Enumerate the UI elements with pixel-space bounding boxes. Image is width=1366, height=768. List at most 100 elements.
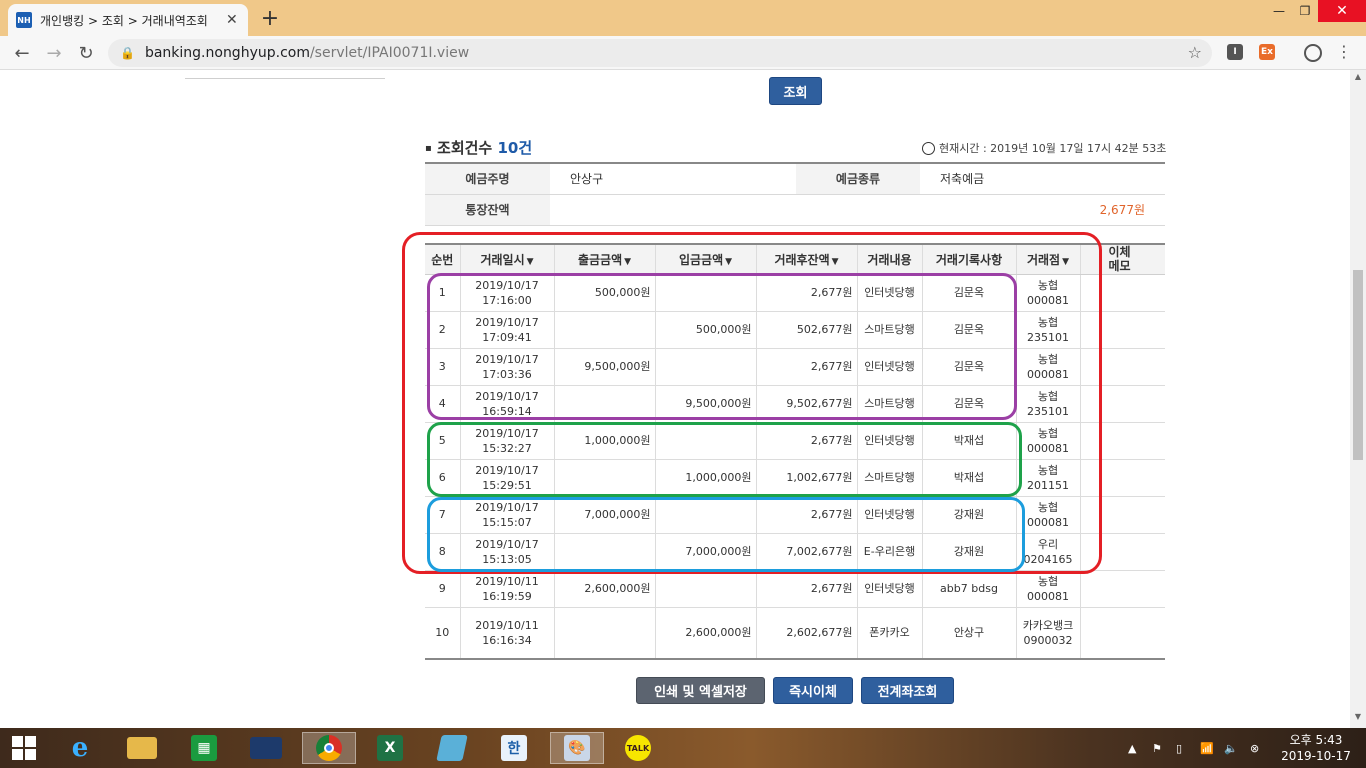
row-time: 17:09:41 bbox=[482, 330, 532, 344]
tray-chevron-icon[interactable]: ▲ bbox=[1128, 728, 1136, 768]
table-row: 4 2019/10/17 16:59:14 9,500,000원 9,502,677원 스… bbox=[425, 385, 1165, 423]
row-datetime: 2019/10/17 15:15:07 bbox=[460, 496, 555, 534]
kakaotalk-icon[interactable]: TALK bbox=[614, 732, 662, 764]
row-no: 4 bbox=[425, 385, 461, 423]
instant-transfer-button[interactable]: 즉시이체 bbox=[773, 677, 853, 704]
col-balance-label: 거래후잔액 bbox=[774, 252, 830, 267]
new-tab-button[interactable]: + bbox=[258, 4, 282, 32]
row-balance: 2,677원 bbox=[756, 422, 858, 460]
back-arrow-icon[interactable]: ← bbox=[10, 41, 34, 65]
row-balance: 7,002,677원 bbox=[756, 533, 858, 571]
row-date: 2019/10/17 bbox=[475, 537, 539, 551]
start-button[interactable] bbox=[0, 732, 48, 764]
chrome-icon[interactable] bbox=[302, 732, 356, 764]
paint-icon[interactable]: 🎨 bbox=[550, 732, 604, 764]
row-date: 2019/10/17 bbox=[475, 352, 539, 366]
search-button[interactable]: 조회 bbox=[769, 77, 822, 105]
row-branch: 농협 000081 bbox=[1016, 570, 1081, 608]
row-branch: 농협 235101 bbox=[1016, 385, 1081, 423]
row-no: 3 bbox=[425, 348, 461, 386]
row-memo: 박재섭 bbox=[922, 459, 1017, 497]
action-center-flag-icon[interactable]: ⚑ bbox=[1152, 728, 1162, 768]
row-balance: 502,677원 bbox=[756, 311, 858, 349]
current-time: 현재시간 : 2019년 10월 17일 17시 42분 53초 bbox=[922, 140, 1166, 156]
close-tab-icon[interactable]: ✕ bbox=[226, 12, 238, 28]
row-deposit: 9,500,000원 bbox=[655, 385, 757, 423]
row-withdraw: 1,000,000원 bbox=[554, 422, 656, 460]
lock-icon: 🔒 bbox=[120, 46, 135, 60]
tab-title: 개인뱅킹 > 조회 > 거래내역조회 bbox=[40, 13, 208, 28]
close-circle-icon[interactable]: ⊗ bbox=[1250, 728, 1259, 768]
page-scrollbar[interactable]: ▲ ▼ bbox=[1350, 70, 1366, 728]
taskbar-clock[interactable]: 오후 5:43 2019-10-17 bbox=[1276, 732, 1356, 764]
print-excel-button[interactable]: 인쇄 및 엑셀저장 bbox=[636, 677, 765, 704]
table-row: 7 2019/10/17 15:15:07 7,000,000원 2,677원 인터넷당행… bbox=[425, 496, 1165, 534]
table-row: 9 2019/10/11 16:19:59 2,600,000원 2,677원 인터넷당행… bbox=[425, 570, 1165, 608]
row-transfer-memo bbox=[1080, 422, 1165, 460]
table-row: 5 2019/10/17 15:32:27 1,000,000원 2,677원 인터넷당행… bbox=[425, 422, 1165, 460]
row-transfer-memo bbox=[1080, 274, 1165, 312]
col-no: 순번 bbox=[425, 244, 461, 275]
bookmark-star-icon[interactable]: ☆ bbox=[1188, 43, 1202, 62]
account-info-table: 예금주명 안상구 예금종류 저축예금 통장잔액 2,677원 bbox=[425, 162, 1165, 226]
row-deposit bbox=[655, 570, 757, 608]
browser-tab[interactable]: NH 개인뱅킹 > 조회 > 거래내역조회 ✕ bbox=[8, 4, 248, 36]
row-description: 스마트당행 bbox=[857, 459, 923, 497]
row-time: 17:03:36 bbox=[482, 367, 532, 381]
file-explorer-icon[interactable] bbox=[118, 732, 166, 764]
table-row: 3 2019/10/17 17:03:36 9,500,000원 2,677원 인터넷당행… bbox=[425, 348, 1165, 386]
row-branch: 우리 0204165 bbox=[1016, 533, 1081, 571]
windows-taskbar: e ▦ X 한 🎨 TALK ▲ ⚑ ▯ 📶 🔈 ⊗ 오후 5:43 2019-… bbox=[0, 728, 1366, 768]
address-bar[interactable]: 🔒 banking.nonghyup.com/servlet/IPAI0071I… bbox=[108, 39, 1212, 67]
reload-icon[interactable]: ↻ bbox=[74, 41, 98, 65]
row-no: 2 bbox=[425, 311, 461, 349]
col-balance[interactable]: 거래후잔액 ▼ bbox=[756, 244, 858, 275]
account-type-label: 예금종류 bbox=[796, 163, 920, 195]
window-close-icon[interactable]: ✕ bbox=[1318, 0, 1366, 22]
row-transfer-memo bbox=[1080, 385, 1165, 423]
extension-icon[interactable]: I bbox=[1227, 44, 1243, 60]
row-deposit bbox=[655, 496, 757, 534]
restore-icon[interactable]: ❐ bbox=[1296, 0, 1314, 22]
row-memo: 강재원 bbox=[922, 496, 1017, 534]
scroll-up-icon[interactable]: ▲ bbox=[1350, 72, 1366, 86]
row-time: 15:29:51 bbox=[482, 478, 532, 492]
row-deposit: 7,000,000원 bbox=[655, 533, 757, 571]
internet-explorer-icon[interactable]: e bbox=[56, 732, 104, 764]
profile-icon[interactable] bbox=[1304, 44, 1322, 62]
menu-kebab-icon[interactable]: ⋮ bbox=[1336, 42, 1352, 61]
scroll-down-icon[interactable]: ▼ bbox=[1350, 712, 1366, 726]
balance-label: 통장잔액 bbox=[425, 194, 550, 226]
lenovo-monitor-icon[interactable] bbox=[242, 732, 290, 764]
row-time: 15:13:05 bbox=[482, 552, 532, 566]
col-deposit[interactable]: 입금금액 ▼ bbox=[655, 244, 757, 275]
col-withdraw[interactable]: 출금금액 ▼ bbox=[554, 244, 656, 275]
row-description: E-우리은행 bbox=[857, 533, 923, 571]
scroll-thumb[interactable] bbox=[1353, 270, 1363, 460]
store-icon[interactable]: ▦ bbox=[180, 732, 228, 764]
volume-icon[interactable]: 🔈 bbox=[1224, 728, 1238, 768]
row-deposit: 500,000원 bbox=[655, 311, 757, 349]
row-time: 15:15:07 bbox=[482, 515, 532, 529]
hangul-icon[interactable]: 한 bbox=[490, 732, 538, 764]
all-accounts-button[interactable]: 전계좌조회 bbox=[861, 677, 954, 704]
col-datetime[interactable]: 거래일시 ▼ bbox=[460, 244, 555, 275]
excel-icon[interactable]: X bbox=[366, 732, 414, 764]
notepad-icon[interactable] bbox=[428, 732, 476, 764]
nh-favicon-icon: NH bbox=[16, 12, 32, 28]
balance-value: 2,677원 bbox=[550, 194, 1165, 226]
row-memo: 김문옥 bbox=[922, 348, 1017, 386]
row-no: 5 bbox=[425, 422, 461, 460]
sort-down-icon: ▼ bbox=[1062, 256, 1070, 267]
minimize-icon[interactable]: — bbox=[1270, 0, 1288, 22]
forward-arrow-icon[interactable]: → bbox=[42, 41, 66, 65]
row-transfer-memo bbox=[1080, 459, 1165, 497]
col-transfer-memo: 이체 메모 bbox=[1080, 244, 1165, 275]
battery-icon[interactable]: ▯ bbox=[1176, 728, 1182, 768]
extension-ex-icon[interactable]: Ex bbox=[1259, 44, 1275, 60]
row-date: 2019/10/17 bbox=[475, 500, 539, 514]
network-signal-icon[interactable]: 📶 bbox=[1200, 728, 1214, 768]
row-transfer-memo bbox=[1080, 496, 1165, 534]
row-branch: 농협 235101 bbox=[1016, 311, 1081, 349]
col-branch[interactable]: 거래점 ▼ bbox=[1016, 244, 1081, 275]
